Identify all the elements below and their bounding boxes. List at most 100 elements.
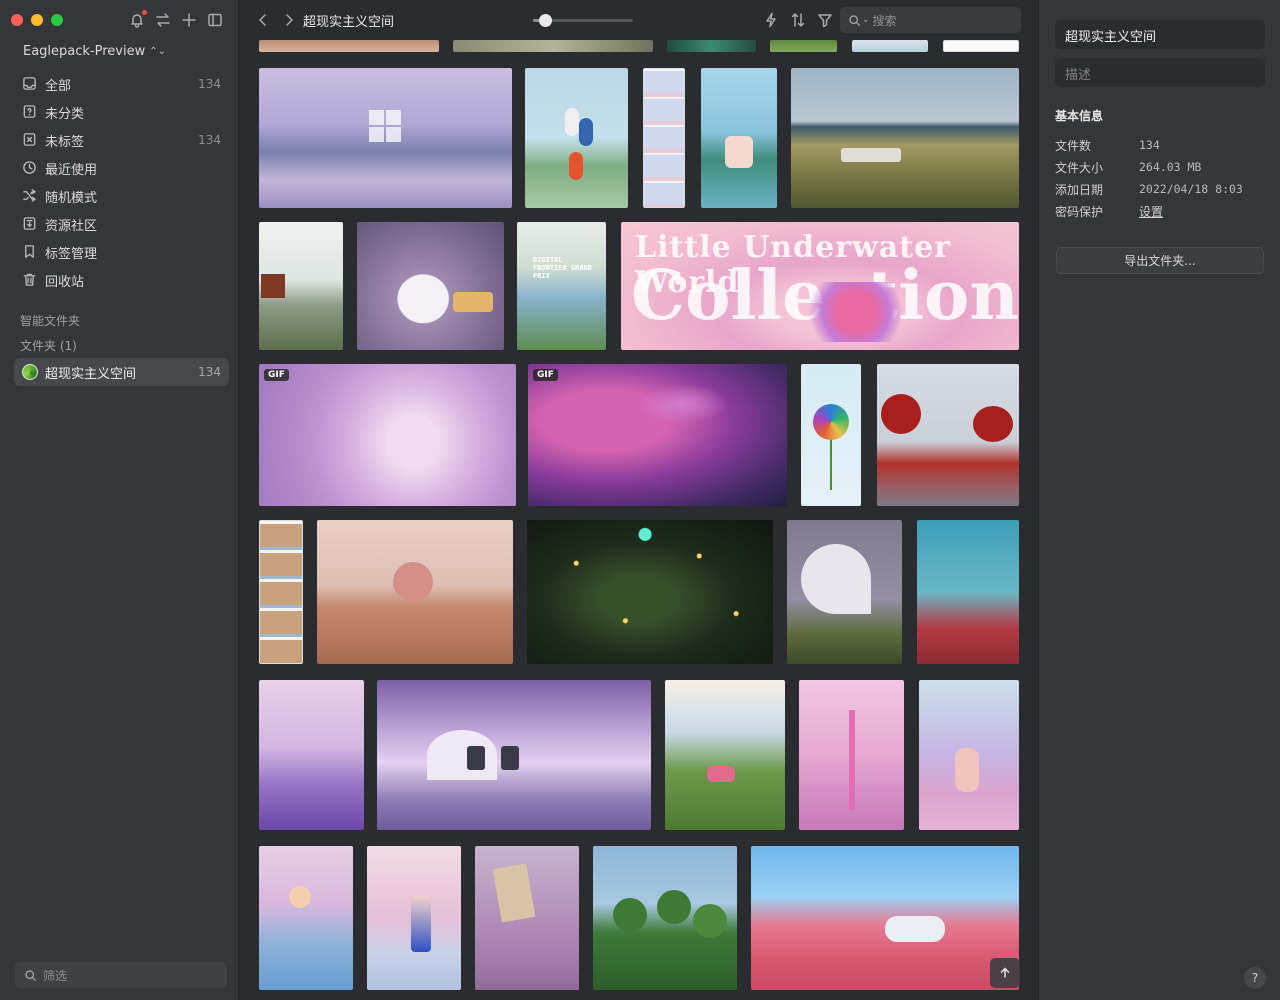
quick-action-icon[interactable] xyxy=(762,11,780,29)
window-controls xyxy=(11,14,63,26)
image-tile[interactable] xyxy=(377,680,651,830)
sidebar-item-untagged[interactable]: 未标签 134 xyxy=(14,126,229,154)
tree-art xyxy=(973,406,1013,442)
image-tile[interactable]: GIF xyxy=(259,364,516,506)
scroll-top-button[interactable] xyxy=(990,958,1020,988)
forward-icon[interactable] xyxy=(280,11,298,29)
image-tile[interactable] xyxy=(791,68,1019,208)
filter-input[interactable]: 筛选 xyxy=(15,962,227,988)
image-tile[interactable] xyxy=(525,68,628,208)
chevron-updown-icon: ⌃⌄ xyxy=(149,46,166,57)
image-tile[interactable] xyxy=(751,846,1019,990)
cake-art xyxy=(453,292,493,312)
arch-art xyxy=(801,544,871,614)
inspector-panel: 超现实主义空间 描述 基本信息 文件数 134 文件大小 264.03 MB 添… xyxy=(1038,0,1280,1000)
sidebar-item-shuffle[interactable]: 随机模式 xyxy=(14,182,229,210)
image-tile[interactable] xyxy=(259,680,364,830)
back-icon[interactable] xyxy=(254,11,272,29)
close-window-button[interactable] xyxy=(11,14,23,26)
topiary-art xyxy=(613,898,647,932)
image-tile[interactable] xyxy=(701,68,777,208)
main-toolbar: 超现实主义空间 ⌄ 搜索 xyxy=(240,0,1037,40)
tag-manage-icon xyxy=(22,244,38,260)
sidebar-item-all[interactable]: 全部 134 xyxy=(14,70,229,98)
sync-icon[interactable] xyxy=(154,11,172,29)
zoom-slider[interactable] xyxy=(533,14,633,27)
image-tile[interactable] xyxy=(919,680,1019,830)
password-setup-link[interactable]: 设置 xyxy=(1139,203,1163,220)
mirror-art xyxy=(492,863,536,923)
image-tile[interactable]: Little Underwater World Collection xyxy=(621,222,1019,350)
info-key: 密码保护 xyxy=(1055,204,1104,219)
info-key: 文件数 xyxy=(1055,138,1092,153)
image-tile[interactable] xyxy=(877,364,1019,506)
image-grid: DIGITAL FRONTIER GRAND PRIX Little Under… xyxy=(240,40,1037,1000)
bottle-art xyxy=(411,896,431,952)
image-tile[interactable] xyxy=(593,846,737,990)
image-tile[interactable] xyxy=(453,40,653,52)
chevron-down-icon[interactable]: ⌄ xyxy=(862,15,870,25)
sidebar-item-tag-manage[interactable]: 标签管理 xyxy=(14,238,229,266)
sidebar-item-label: 全部 xyxy=(45,78,72,94)
search-icon xyxy=(847,13,861,27)
bell-icon[interactable] xyxy=(128,10,147,29)
folder-count: 134 xyxy=(198,365,221,379)
folders-header[interactable]: 文件夹 (1) xyxy=(20,337,77,354)
sidebar-item-label: 回收站 xyxy=(45,274,85,290)
export-folder-button[interactable]: 导出文件夹... xyxy=(1056,247,1264,274)
minimize-window-button[interactable] xyxy=(31,14,43,26)
info-section-header: 基本信息 xyxy=(1055,109,1104,123)
image-tile[interactable] xyxy=(527,520,773,664)
folder-item-selected[interactable]: 超现实主义空间 134 xyxy=(14,358,229,386)
image-tile[interactable]: DIGITAL FRONTIER GRAND PRIX xyxy=(517,222,606,350)
image-tile[interactable] xyxy=(917,520,1019,664)
zoom-slider-knob[interactable] xyxy=(539,14,552,27)
image-tile[interactable] xyxy=(357,222,504,350)
search-input[interactable]: ⌄ 搜索 xyxy=(840,7,1021,33)
sidebar-item-community[interactable]: 资源社区 xyxy=(14,210,229,238)
zoom-window-button[interactable] xyxy=(51,14,63,26)
image-tile[interactable] xyxy=(259,520,303,664)
image-tile[interactable] xyxy=(259,846,353,990)
sidebar-toggle-icon[interactable] xyxy=(206,11,224,29)
image-tile[interactable] xyxy=(665,680,785,830)
info-value: 2022/04/18 8:03 xyxy=(1139,182,1243,196)
sort-icon[interactable] xyxy=(789,11,807,29)
earbuds-art xyxy=(725,136,753,168)
description-input[interactable]: 描述 xyxy=(1055,58,1265,87)
search-placeholder: 搜索 xyxy=(872,13,897,28)
sidebar-item-trash[interactable]: 回收站 xyxy=(14,266,229,294)
image-tile[interactable] xyxy=(852,40,928,52)
sidebar-item-label: 标签管理 xyxy=(45,246,98,262)
sidebar-item-label: 最近使用 xyxy=(45,162,98,178)
info-row: 添加日期 2022/04/18 8:03 xyxy=(1055,178,1265,200)
image-tile[interactable] xyxy=(943,40,1019,52)
image-tile[interactable] xyxy=(317,520,513,664)
image-tile[interactable] xyxy=(259,68,512,208)
filter-icon[interactable] xyxy=(816,11,834,29)
add-icon[interactable] xyxy=(180,11,198,29)
uncategorized-icon xyxy=(22,104,38,120)
help-button[interactable]: ? xyxy=(1244,967,1266,989)
image-tile[interactable] xyxy=(259,222,343,350)
image-tile[interactable] xyxy=(367,846,461,990)
info-row: 文件大小 264.03 MB xyxy=(1055,156,1265,178)
folder-label: 超现实主义空间 xyxy=(45,366,137,382)
sidebar-item-label: 未分类 xyxy=(45,106,85,122)
image-tile[interactable] xyxy=(643,68,685,208)
image-tile[interactable] xyxy=(667,40,756,52)
image-tile[interactable] xyxy=(801,364,861,506)
folder-name-input[interactable]: 超现实主义空间 xyxy=(1055,20,1265,49)
image-tile[interactable] xyxy=(770,40,837,52)
sidebar-item-recent[interactable]: 最近使用 xyxy=(14,154,229,182)
untagged-icon xyxy=(22,132,38,148)
smart-folders-header[interactable]: 智能文件夹 xyxy=(20,312,80,329)
image-tile[interactable] xyxy=(799,680,904,830)
library-switcher[interactable]: Eaglepack-Preview ⌃⌄ xyxy=(23,44,166,59)
sidebar-item-uncategorized[interactable]: 未分类 xyxy=(14,98,229,126)
image-tile[interactable] xyxy=(259,40,439,52)
info-value: 134 xyxy=(1139,138,1160,152)
image-tile[interactable] xyxy=(787,520,902,664)
image-tile[interactable]: GIF xyxy=(528,364,787,506)
image-tile[interactable] xyxy=(475,846,579,990)
